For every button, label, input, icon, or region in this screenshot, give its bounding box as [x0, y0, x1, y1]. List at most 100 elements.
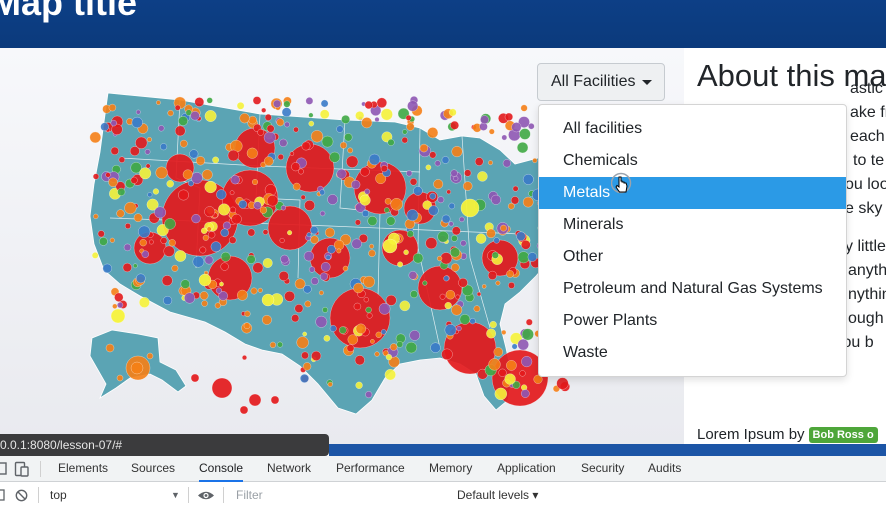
facility-marker[interactable] [322, 306, 328, 313]
facility-marker[interactable] [491, 251, 499, 259]
facility-marker[interactable] [160, 143, 168, 151]
facility-marker[interactable] [304, 300, 312, 308]
facility-marker[interactable] [191, 172, 203, 184]
facility-marker[interactable] [451, 226, 461, 236]
facility-marker[interactable] [501, 134, 508, 141]
facility-marker[interactable] [145, 163, 151, 169]
facility-marker[interactable] [327, 381, 333, 387]
facility-marker[interactable] [100, 122, 109, 132]
facility-marker[interactable] [460, 198, 480, 218]
facility-marker[interactable] [380, 165, 388, 173]
facility-marker[interactable] [130, 361, 144, 375]
facility-marker[interactable] [251, 178, 258, 185]
facility-marker[interactable] [329, 151, 341, 163]
facility-marker[interactable] [336, 125, 344, 133]
facility-marker[interactable] [147, 192, 153, 198]
facility-marker[interactable] [451, 263, 460, 272]
facility-marker[interactable] [381, 329, 387, 335]
facility-marker[interactable] [425, 164, 432, 171]
facility-marker[interactable] [517, 338, 529, 351]
facility-marker[interactable] [453, 175, 459, 181]
facility-marker[interactable] [477, 171, 488, 182]
author-badge[interactable]: Bob Ross o [808, 427, 878, 443]
facility-marker[interactable] [105, 172, 111, 178]
menu-item-other[interactable]: Other [539, 241, 846, 273]
facility-marker[interactable] [519, 128, 531, 140]
facility-marker[interactable] [92, 173, 100, 180]
facility-marker[interactable] [287, 230, 293, 236]
facility-marker[interactable] [486, 328, 496, 339]
facility-marker[interactable] [194, 97, 205, 107]
facility-marker[interactable] [319, 189, 326, 196]
facility-marker[interactable] [437, 230, 449, 243]
facility-marker[interactable] [450, 169, 458, 177]
facility-marker[interactable] [138, 225, 151, 238]
facility-marker[interactable] [278, 270, 289, 281]
facility-marker[interactable] [208, 231, 216, 239]
facility-marker[interactable] [401, 136, 408, 144]
facility-marker[interactable] [263, 131, 276, 144]
facility-marker[interactable] [448, 221, 454, 227]
facility-marker[interactable] [259, 206, 268, 214]
facility-marker[interactable] [428, 205, 439, 216]
facility-marker[interactable] [294, 278, 306, 290]
facility-marker[interactable] [97, 230, 105, 238]
facility-marker[interactable] [441, 348, 453, 360]
facility-marker[interactable] [321, 135, 334, 148]
facility-marker[interactable] [284, 121, 290, 128]
facility-marker[interactable] [360, 166, 370, 177]
facility-marker[interactable] [489, 321, 497, 329]
facility-marker[interactable] [532, 157, 538, 163]
facility-marker[interactable] [133, 213, 143, 222]
facility-marker[interactable] [556, 377, 569, 390]
facility-marker[interactable] [460, 240, 467, 247]
facility-marker[interactable] [382, 238, 398, 254]
facility-marker[interactable] [521, 328, 534, 341]
facility-marker[interactable] [301, 141, 311, 151]
facility-marker[interactable] [131, 116, 143, 129]
log-levels-dropdown[interactable]: Default levels ▾ [457, 482, 538, 508]
facility-marker[interactable] [195, 156, 206, 166]
facility-marker[interactable] [243, 322, 251, 330]
tab-application[interactable]: Application [497, 456, 556, 482]
facility-marker[interactable] [525, 318, 533, 326]
facility-marker[interactable] [429, 192, 437, 200]
facility-marker[interactable] [204, 180, 217, 194]
facility-marker[interactable] [336, 168, 347, 179]
facility-marker[interactable] [161, 275, 173, 287]
facility-marker[interactable] [429, 151, 437, 159]
facility-marker[interactable] [512, 185, 519, 192]
facility-marker[interactable] [244, 310, 251, 317]
facility-marker[interactable] [156, 100, 161, 105]
facility-marker[interactable] [291, 314, 300, 323]
facility-marker[interactable] [148, 239, 154, 245]
facility-marker[interactable] [246, 254, 256, 264]
menu-item-power-plants[interactable]: Power Plants [539, 305, 846, 337]
facility-marker[interactable] [488, 160, 493, 166]
facility-marker[interactable] [152, 188, 160, 195]
facility-marker[interactable] [406, 209, 419, 222]
facility-marker[interactable] [474, 157, 484, 166]
facility-marker[interactable] [443, 275, 450, 282]
facility-marker[interactable] [517, 251, 530, 264]
facility-marker[interactable] [293, 126, 299, 133]
facility-marker[interactable] [320, 99, 329, 108]
facility-marker[interactable] [475, 233, 487, 244]
facility-marker[interactable] [495, 280, 501, 286]
facility-marker[interactable] [219, 281, 224, 287]
facility-marker[interactable] [344, 133, 353, 142]
facility-marker[interactable] [220, 262, 229, 271]
facility-marker[interactable] [158, 125, 165, 132]
facility-marker[interactable] [198, 273, 212, 287]
facility-marker[interactable] [229, 206, 237, 214]
facility-marker[interactable] [102, 263, 113, 274]
facility-marker[interactable] [346, 344, 355, 353]
facility-marker[interactable] [241, 355, 247, 361]
facility-marker[interactable] [308, 112, 314, 118]
facility-marker[interactable] [336, 248, 342, 254]
facility-marker[interactable] [501, 329, 507, 335]
facility-marker[interactable] [521, 356, 533, 368]
facility-marker[interactable] [230, 175, 240, 185]
facility-marker[interactable] [277, 153, 284, 161]
facility-marker[interactable] [135, 136, 148, 149]
